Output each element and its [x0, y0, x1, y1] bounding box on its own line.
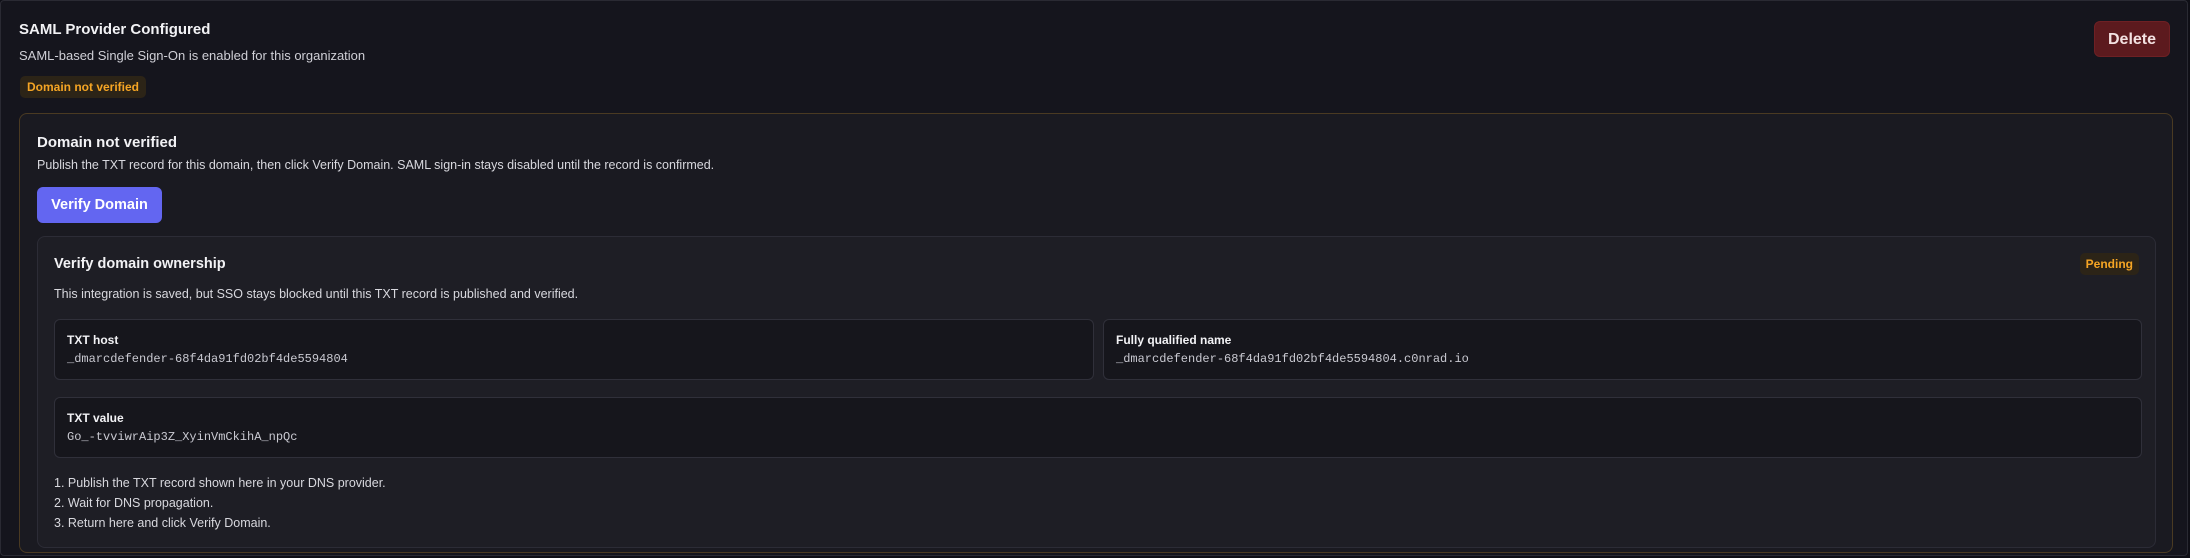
- warning-title: Domain not verified: [37, 134, 178, 151]
- step-item: 2. Wait for DNS propagation.: [54, 496, 214, 510]
- delete-button[interactable]: Delete: [2094, 21, 2170, 57]
- txt-host-value[interactable]: _dmarcdefender-68f4da91fd02bf4de5594804: [67, 352, 348, 366]
- page-title: SAML Provider Configured: [19, 21, 211, 38]
- txt-host-field: TXT host _dmarcdefender-68f4da91fd02bf4d…: [54, 319, 1094, 380]
- txt-value-field: TXT value Go_-tvviwrAip3Z_XyinVmCkihA_np…: [54, 397, 2142, 458]
- pending-badge: Pending: [2079, 253, 2139, 275]
- txt-value-label: TXT value: [67, 411, 124, 425]
- fqdn-field: Fully qualified name _dmarcdefender-68f4…: [1103, 319, 2142, 380]
- verification-steps: 1. Publish the TXT record shown here in …: [54, 473, 386, 533]
- txt-value-value[interactable]: Go_-tvviwrAip3Z_XyinVmCkihA_npQc: [67, 430, 297, 444]
- page-subtitle: SAML-based Single Sign-On is enabled for…: [19, 48, 366, 63]
- warning-description: Publish the TXT record for this domain, …: [37, 158, 715, 172]
- fqdn-value[interactable]: _dmarcdefender-68f4da91fd02bf4de5594804.…: [1116, 352, 1469, 366]
- verify-domain-button[interactable]: Verify Domain: [37, 187, 162, 223]
- domain-ownership-panel: Verify domain ownership Pending This int…: [37, 236, 2156, 548]
- fqdn-label: Fully qualified name: [1116, 333, 1232, 347]
- step-item: 3. Return here and click Verify Domain.: [54, 516, 271, 530]
- saml-provider-card: SAML Provider Configured SAML-based Sing…: [0, 0, 2188, 556]
- ownership-title: Verify domain ownership: [54, 256, 226, 272]
- status-badge: Domain not verified: [20, 76, 147, 98]
- domain-warning-panel: Domain not verified Publish the TXT reco…: [19, 113, 2173, 553]
- txt-host-label: TXT host: [67, 333, 119, 347]
- ownership-description: This integration is saved, but SSO stays…: [54, 287, 579, 301]
- step-item: 1. Publish the TXT record shown here in …: [54, 476, 386, 490]
